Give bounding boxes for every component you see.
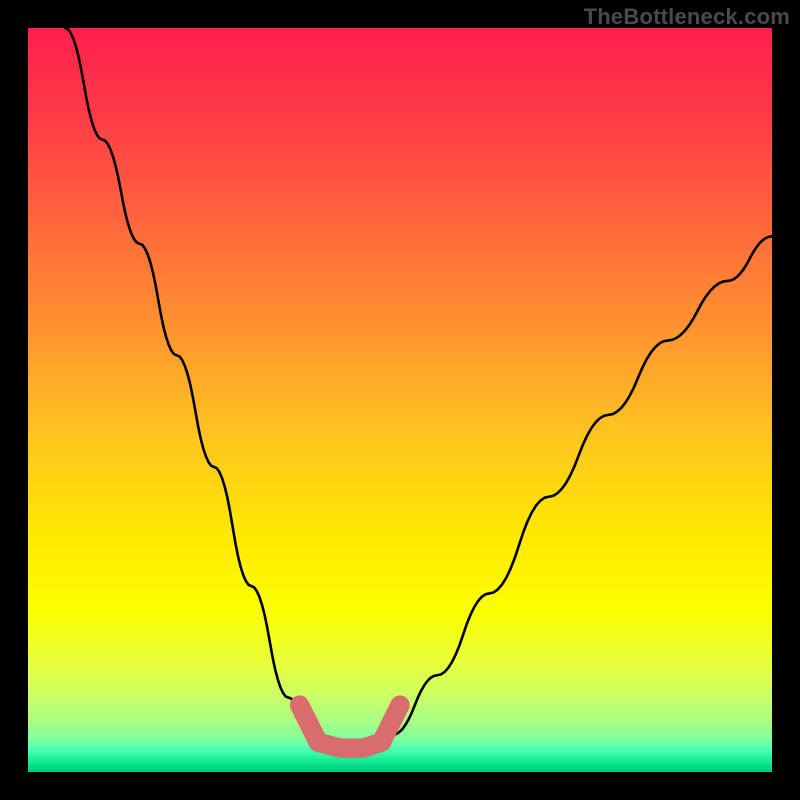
watermark-text: TheBottleneck.com	[584, 4, 790, 30]
plot-area	[28, 28, 772, 772]
chart-frame: TheBottleneck.com	[0, 0, 800, 800]
background-gradient	[28, 28, 772, 772]
